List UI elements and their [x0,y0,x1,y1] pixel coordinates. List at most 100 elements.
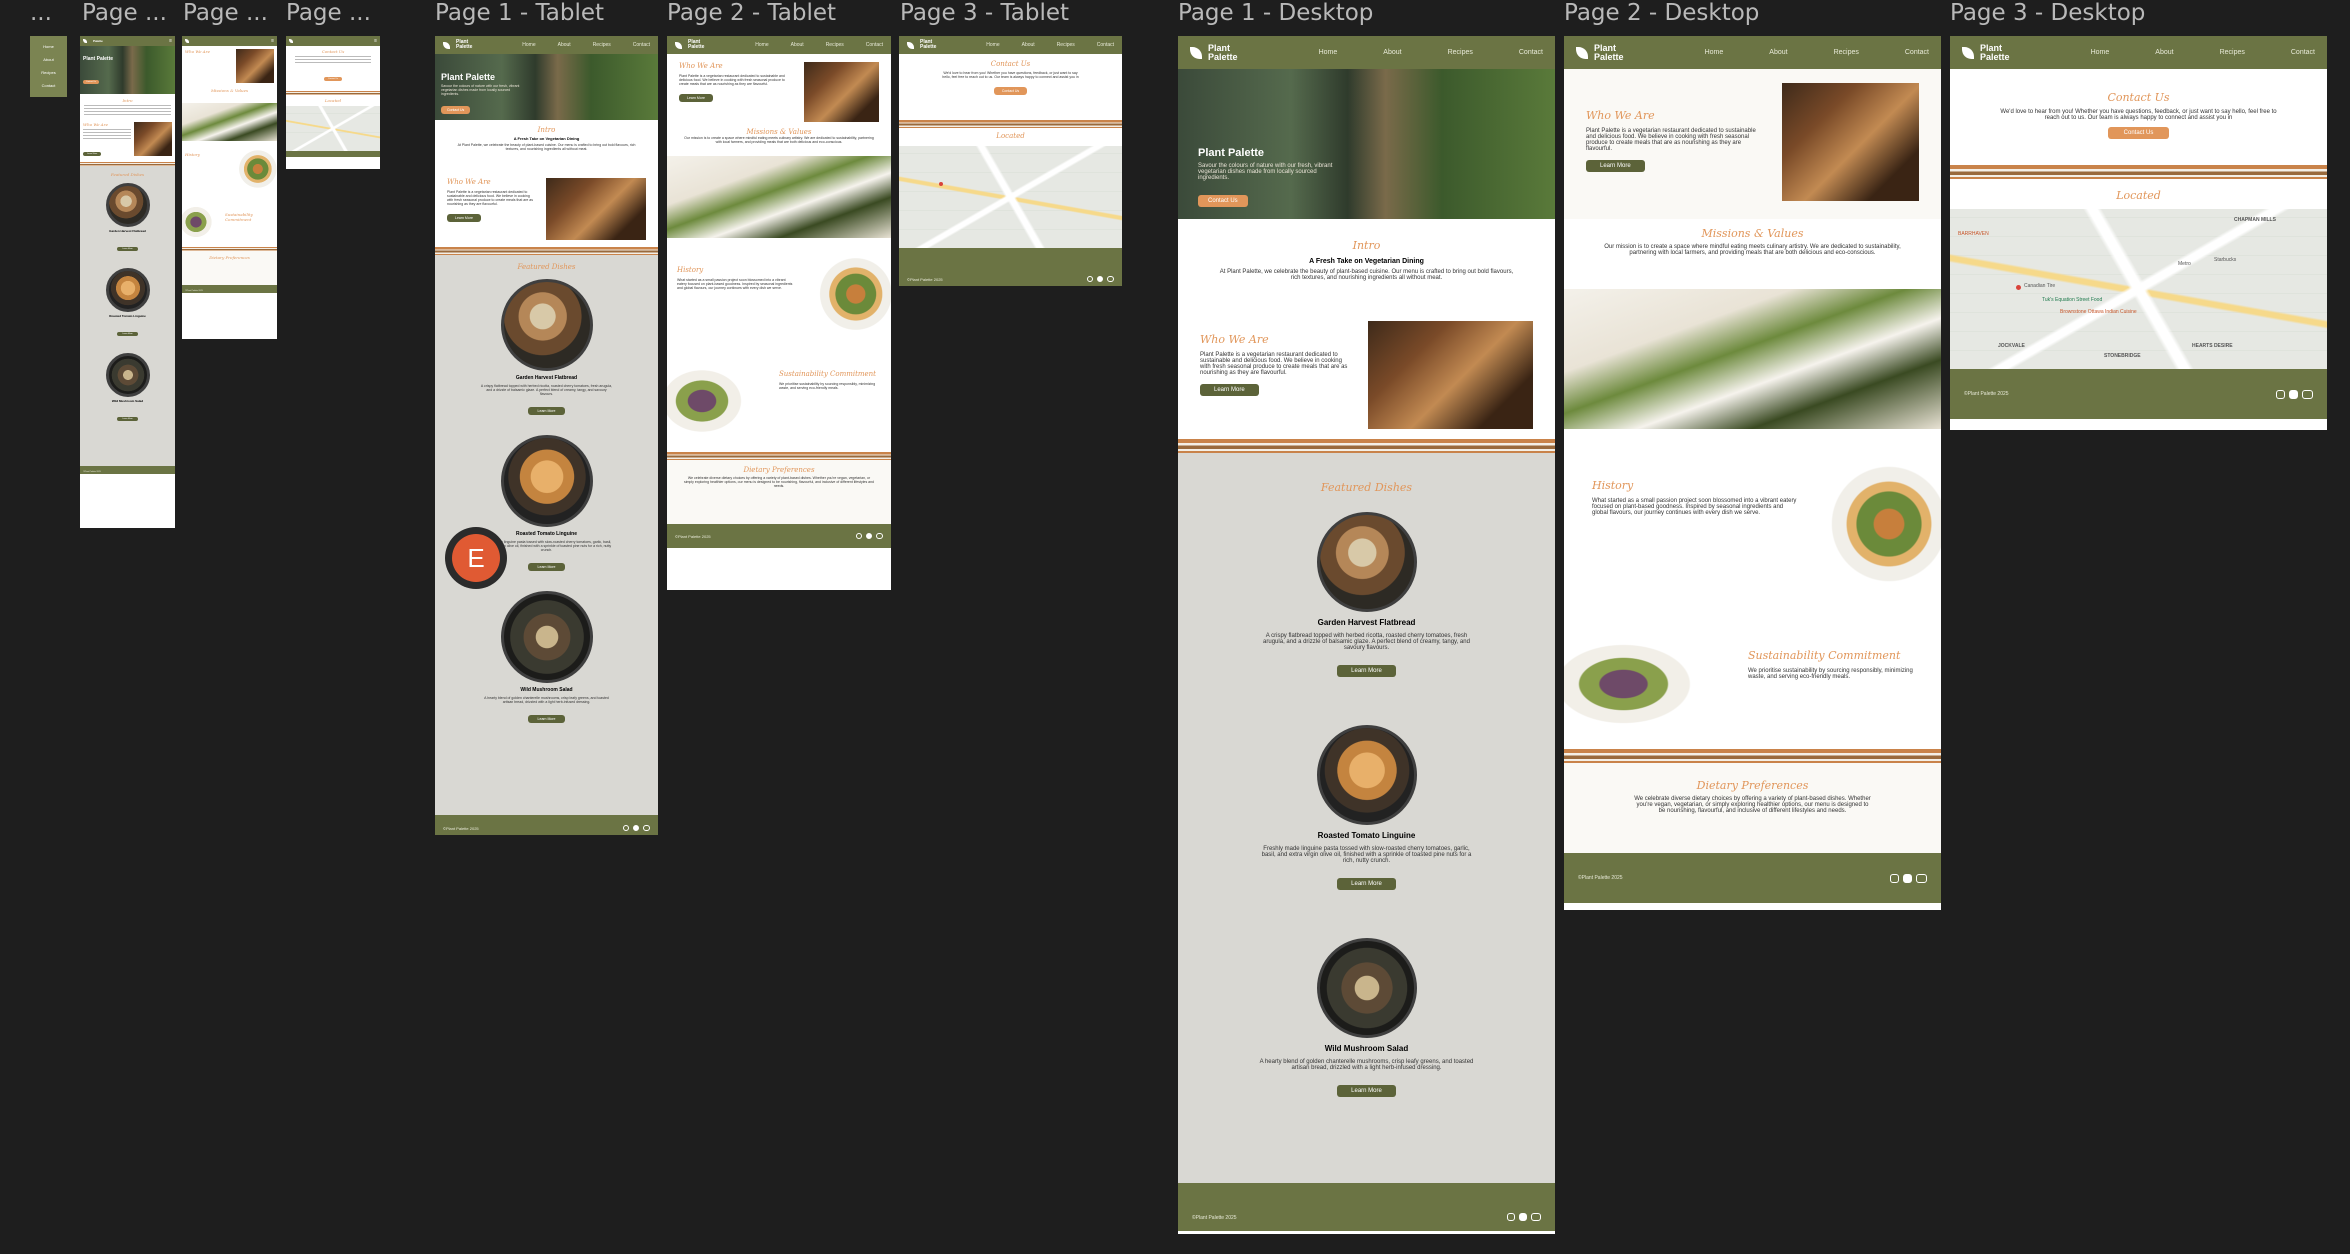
nav-recipes[interactable]: Recipes [1834,49,1859,56]
nav-contact[interactable]: Contact [633,42,650,48]
map-pin-icon[interactable] [939,182,943,186]
hero-contact-button[interactable]: Contact Us [83,80,99,84]
logo[interactable]: Palette [83,39,103,43]
facebook-icon[interactable] [633,825,639,831]
instagram-icon[interactable] [623,825,629,831]
nav-about[interactable]: About [558,42,571,48]
desktop-page-3-frame[interactable]: Plant Palette Home About Recipes Contact … [1950,36,2327,430]
nav-about[interactable]: About [1022,42,1035,48]
nav-contact[interactable]: Contact [866,42,883,48]
who-learn-more-button[interactable]: Learn More [1586,160,1645,172]
logo[interactable]: Plant Palette [1190,43,1238,62]
logo[interactable]: Plant Palette [907,40,936,50]
nav-recipes[interactable]: Recipes [2220,49,2245,56]
nav-contact[interactable]: Contact [1905,49,1929,56]
location-map[interactable]: BARRHAVEN Canadian Tire Tuk's Equation S… [1950,209,2327,369]
facebook-icon[interactable] [1903,873,1912,883]
nav-about[interactable]: About [2155,49,2173,56]
location-map[interactable] [286,106,380,151]
tablet-page-3-frame[interactable]: Plant Palette Home About Recipes Contact … [899,36,1122,286]
nav-recipes[interactable]: Recipes [593,42,611,48]
who-learn-more-button[interactable]: Learn More [447,214,481,222]
missions-heading: Missions & Values [210,88,249,93]
who-body: Plant Palette is a vegetarian restaurant… [679,74,785,86]
who-learn-more-button[interactable]: Learn More [83,152,102,156]
facebook-icon[interactable] [2289,389,2298,399]
hero-image: Plant Palette Contact Us [80,46,175,94]
instagram-icon[interactable] [856,533,862,539]
logo[interactable]: Plant Palette [1962,43,2010,62]
logo[interactable]: Plant Palette [1576,43,1624,62]
nav-home[interactable]: Home [2091,49,2110,56]
hamburger-icon[interactable]: ≡ [271,38,274,44]
dish-learn-more-button[interactable]: Learn More [117,247,138,251]
contact-button[interactable]: Contact Us [2107,127,2170,139]
hero-contact-button[interactable]: Contact Us [441,106,471,114]
mobile-page-2-frame[interactable]: ≡ Who We Are Missions & Values History S… [182,36,277,339]
nav-recipes[interactable]: Recipes [1057,42,1075,48]
nav-contact[interactable]: Contact [2291,49,2315,56]
dish-learn-more-button[interactable]: Learn More [1337,665,1396,677]
who-learn-more-button[interactable]: Learn More [1200,384,1259,396]
nav-home[interactable]: Home [986,42,999,48]
hero-contact-button[interactable]: Contact Us [1198,195,1248,207]
facebook-icon[interactable] [866,533,872,539]
nav-contact[interactable]: Contact [1519,49,1543,56]
nav-home[interactable]: Home [1705,49,1724,56]
map-pin-icon[interactable] [2016,285,2021,290]
contact-button[interactable]: Contact Us [993,87,1028,95]
dish-learn-more-button[interactable]: Learn More [1337,878,1396,890]
nav-recipes[interactable]: Recipes [826,42,844,48]
mobile-menu-item[interactable]: About [43,57,53,62]
hamburger-icon[interactable]: ≡ [169,38,172,44]
instagram-icon[interactable] [2276,389,2285,399]
contact-button[interactable]: Contact Us [324,77,342,81]
nav-about[interactable]: About [1769,49,1787,56]
instagram-icon[interactable] [1087,276,1093,282]
desktop-page-1-frame[interactable]: Plant Palette Home About Recipes Contact … [1178,36,1555,1234]
desktop-page-2-frame[interactable]: Plant Palette Home About Recipes Contact … [1564,36,1941,910]
logo[interactable]: Plant Palette [443,40,472,50]
footer: ©Plant Palette 2025 [435,815,658,835]
mobile-menu-item[interactable]: Contact [42,83,56,88]
nav-home[interactable]: Home [1319,49,1338,56]
mail-icon[interactable] [643,825,650,831]
instagram-icon[interactable] [1890,873,1899,883]
facebook-icon[interactable] [1097,276,1103,282]
mail-icon[interactable] [2302,389,2313,399]
mail-icon[interactable] [1107,276,1114,282]
mobile-menu-frame[interactable]: Home About Recipes Contact [30,36,67,97]
tablet-page-1-frame[interactable]: Plant Palette Home About Recipes Contact … [435,36,658,835]
mobile-page-3-frame[interactable]: ≡ Contact Us Contact Us Located [286,36,380,169]
location-map[interactable] [899,146,1122,248]
dish-learn-more-button[interactable]: Learn More [527,407,566,415]
who-heading: Who We Are [679,62,723,70]
mail-icon[interactable] [1916,873,1927,883]
nav-contact[interactable]: Contact [1097,42,1114,48]
mail-icon[interactable] [1531,1213,1541,1221]
mobile-menu-item[interactable]: Recipes [41,70,55,75]
logo[interactable]: Plant Palette [675,40,704,50]
facebook-icon[interactable] [1519,1213,1527,1221]
mobile-menu-item[interactable]: Home [43,44,54,49]
nav-recipes[interactable]: Recipes [1448,49,1473,56]
logo[interactable] [185,39,189,43]
dish-learn-more-button[interactable]: Learn More [527,715,566,723]
mobile-page-1-frame[interactable]: Palette ≡ Plant Palette Contact Us Intro… [80,36,175,528]
nav-about[interactable]: About [1383,49,1401,56]
nav-home[interactable]: Home [755,42,768,48]
dish-learn-more-button[interactable]: Learn More [527,563,566,571]
dish-learn-more-button[interactable]: Learn More [117,417,138,421]
dish-learn-more-button[interactable]: Learn More [117,332,138,336]
tablet-page-2-frame[interactable]: Plant Palette Home About Recipes Contact … [667,36,891,590]
logo[interactable] [289,39,293,43]
nav-home[interactable]: Home [522,42,535,48]
mail-icon[interactable] [876,533,883,539]
nav-about[interactable]: About [791,42,804,48]
dish-name: Roasted Tomato Linguine [109,314,146,318]
dish-learn-more-button[interactable]: Learn More [1337,1085,1396,1097]
collaborator-avatar[interactable]: E [445,527,507,589]
hamburger-icon[interactable]: ≡ [374,38,377,44]
instagram-icon[interactable] [1507,1213,1515,1221]
who-learn-more-button[interactable]: Learn More [679,94,713,102]
